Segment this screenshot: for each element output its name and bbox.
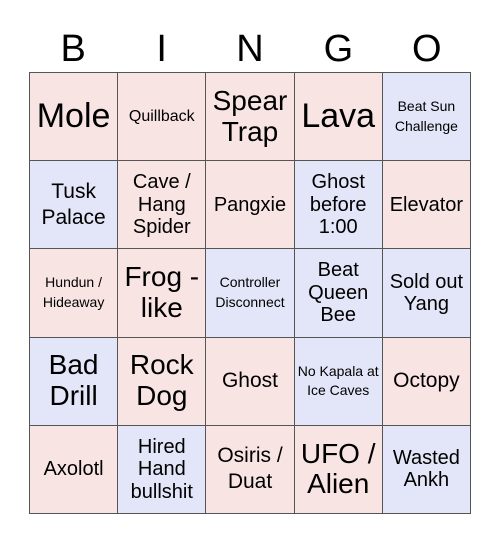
- bingo-cell[interactable]: Lava: [294, 73, 383, 162]
- header-letter-b: B: [60, 28, 86, 70]
- header-letter-g: G: [323, 28, 354, 70]
- header-letter-i: I: [156, 28, 167, 70]
- bingo-cell[interactable]: Beat Sun Challenge: [382, 73, 471, 162]
- bingo-cell[interactable]: Ghost before 1:00: [294, 161, 383, 250]
- bingo-cell[interactable]: Tusk Palace: [30, 161, 119, 250]
- header-letter-o: O: [412, 28, 442, 70]
- bingo-cell[interactable]: UFO / Alien: [294, 425, 383, 514]
- bingo-cell[interactable]: Pangxie: [206, 161, 295, 250]
- bingo-cell[interactable]: Spear Trap: [206, 73, 295, 162]
- bingo-cell[interactable]: Cave / Hang Spider: [118, 161, 207, 250]
- bingo-cell[interactable]: Hired Hand bullshit: [118, 425, 207, 514]
- header-letter-n: N: [236, 28, 264, 70]
- bingo-header: B I N G O: [29, 26, 471, 72]
- bingo-cell[interactable]: Bad Drill: [30, 337, 119, 426]
- bingo-cell[interactable]: Wasted Ankh: [382, 425, 471, 514]
- bingo-cell[interactable]: Hundun / Hideaway: [30, 249, 119, 338]
- bingo-cell[interactable]: Octopy: [382, 337, 471, 426]
- bingo-cell[interactable]: Frog -like: [118, 249, 207, 338]
- bingo-cell[interactable]: Controller Disconnect: [206, 249, 295, 338]
- bingo-cell[interactable]: Axolotl: [30, 425, 119, 514]
- bingo-cell[interactable]: Mole: [30, 73, 119, 162]
- bingo-cell[interactable]: Elevator: [382, 161, 471, 250]
- bingo-cell[interactable]: Osiris / Duat: [206, 425, 295, 514]
- bingo-cell[interactable]: Sold out Yang: [382, 249, 471, 338]
- bingo-cell[interactable]: Rock Dog: [118, 337, 207, 426]
- bingo-cell[interactable]: Ghost: [206, 337, 295, 426]
- bingo-cell[interactable]: No Kapala at Ice Caves: [294, 337, 383, 426]
- bingo-cell[interactable]: Beat Queen Bee: [294, 249, 383, 338]
- bingo-grid: Mole Quillback Spear Trap Lava Beat Sun Chal…: [29, 72, 471, 514]
- bingo-cell[interactable]: Quillback: [118, 73, 207, 162]
